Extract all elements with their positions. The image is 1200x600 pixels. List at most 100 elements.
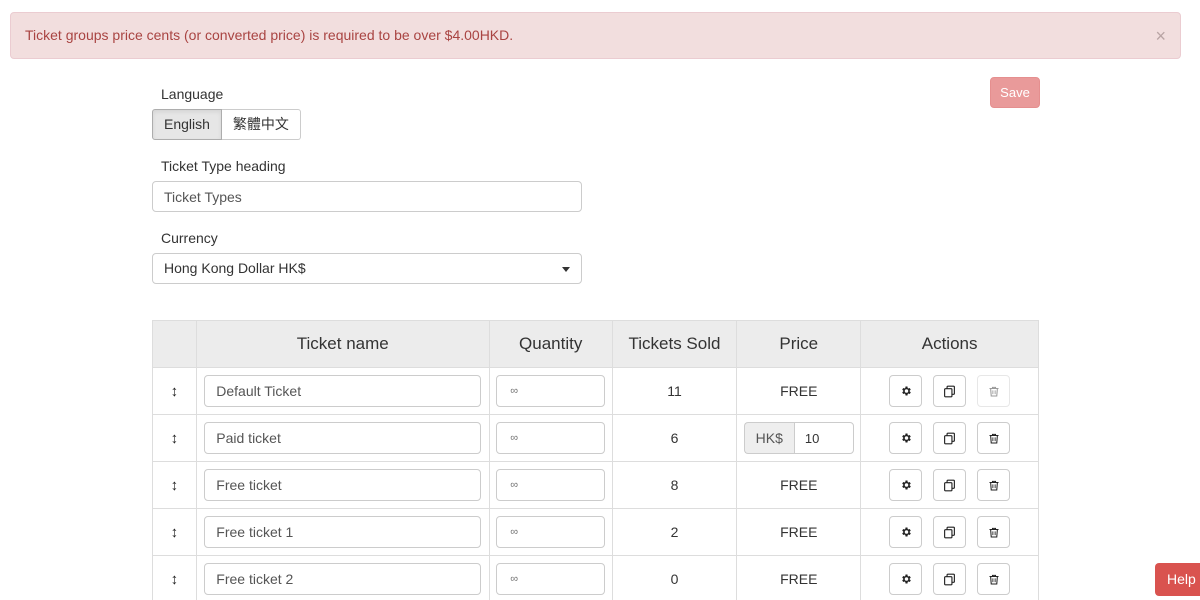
heading-label: Ticket Type heading — [161, 158, 286, 174]
drag-handle-icon[interactable]: ↕ — [171, 430, 179, 447]
delete-button[interactable] — [977, 375, 1011, 407]
duplicate-button[interactable] — [933, 469, 967, 501]
quantity-input[interactable] — [496, 469, 606, 501]
delete-button[interactable] — [977, 563, 1011, 595]
ticket-name-cell — [195, 461, 490, 509]
price-free-label: FREE — [780, 571, 818, 587]
actions-cell — [860, 508, 1039, 556]
row-actions — [861, 422, 1038, 454]
column-header-price: Price — [736, 320, 862, 368]
currency-select[interactable]: Hong Kong Dollar HK$ — [152, 253, 582, 284]
quantity-input[interactable] — [496, 375, 606, 407]
quantity-cell — [488, 508, 613, 556]
settings-button[interactable] — [889, 375, 923, 407]
table-header-row: Ticket name Quantity Tickets Sold Price … — [152, 320, 1039, 368]
table-row: ↕ 11 FREE — [152, 367, 1039, 415]
drag-handle-icon[interactable]: ↕ — [171, 383, 179, 400]
ticket-name-cell — [195, 414, 490, 462]
chevron-down-icon — [562, 267, 570, 272]
drag-cell: ↕ — [152, 508, 197, 556]
gear-icon — [900, 526, 912, 538]
actions-cell — [860, 414, 1039, 462]
price-free-label: FREE — [780, 477, 818, 493]
trash-icon — [988, 385, 1000, 398]
quantity-cell — [488, 461, 613, 509]
row-actions — [861, 375, 1038, 407]
duplicate-button[interactable] — [933, 516, 967, 548]
table-row: ↕ 2 FREE — [152, 508, 1039, 556]
price-free-label: FREE — [780, 383, 818, 399]
duplicate-button[interactable] — [933, 563, 967, 595]
ticket-name-input[interactable] — [204, 563, 482, 595]
gear-icon — [900, 432, 912, 444]
drag-cell: ↕ — [152, 461, 197, 509]
ticket-type-heading-input[interactable] — [152, 181, 582, 212]
copy-icon — [943, 573, 956, 586]
ticket-name-input[interactable] — [204, 516, 482, 548]
drag-cell: ↕ — [152, 414, 197, 462]
language-chinese-button[interactable]: 繁體中文 — [221, 109, 301, 140]
drag-handle-icon[interactable]: ↕ — [171, 571, 179, 588]
save-button[interactable]: Save — [990, 77, 1040, 108]
copy-icon — [943, 526, 956, 539]
column-header-ticket-name: Ticket name — [195, 320, 490, 368]
ticket-name-input[interactable] — [204, 469, 482, 501]
language-toggle: English 繁體中文 — [152, 109, 301, 140]
tickets-sold-cell: 8 — [611, 461, 738, 509]
actions-cell — [860, 461, 1039, 509]
settings-button[interactable] — [889, 422, 923, 454]
settings-button[interactable] — [889, 563, 923, 595]
column-header-drag — [152, 320, 197, 368]
row-actions — [861, 563, 1038, 595]
price-cell: HK$ — [736, 414, 862, 462]
settings-button[interactable] — [889, 516, 923, 548]
tickets-sold-cell: 2 — [611, 508, 738, 556]
alert-message: Ticket groups price cents (or converted … — [25, 27, 514, 43]
quantity-input[interactable] — [496, 422, 606, 454]
column-header-quantity: Quantity — [488, 320, 613, 368]
help-button[interactable]: Help — [1155, 563, 1200, 596]
drag-handle-icon[interactable]: ↕ — [171, 477, 179, 494]
price-input[interactable] — [793, 422, 854, 454]
price-cell: FREE — [736, 508, 862, 556]
duplicate-button[interactable] — [933, 422, 967, 454]
language-label: Language — [161, 86, 224, 102]
trash-icon — [988, 432, 1000, 445]
price-cell: FREE — [736, 367, 862, 415]
error-alert: Ticket groups price cents (or converted … — [10, 12, 1181, 59]
trash-icon — [988, 526, 1000, 539]
close-icon[interactable]: × — [1155, 13, 1166, 60]
trash-icon — [988, 573, 1000, 586]
language-english-button[interactable]: English — [152, 109, 222, 140]
table-row: ↕ 8 FREE — [152, 461, 1039, 509]
delete-button[interactable] — [977, 516, 1011, 548]
currency-label: Currency — [161, 230, 218, 246]
tickets-sold-cell: 0 — [611, 555, 738, 600]
actions-cell — [860, 367, 1039, 415]
gear-icon — [900, 385, 912, 397]
duplicate-button[interactable] — [933, 375, 967, 407]
quantity-input[interactable] — [496, 563, 606, 595]
quantity-cell — [488, 367, 613, 415]
ticket-name-cell — [195, 367, 490, 415]
quantity-input[interactable] — [496, 516, 606, 548]
delete-button[interactable] — [977, 422, 1011, 454]
price-free-label: FREE — [780, 524, 818, 540]
row-actions — [861, 469, 1038, 501]
ticket-name-input[interactable] — [204, 375, 482, 407]
currency-selected-value: Hong Kong Dollar HK$ — [164, 260, 306, 276]
settings-button[interactable] — [889, 469, 923, 501]
price-currency-addon: HK$ — [743, 422, 794, 454]
tickets-sold-cell: 6 — [611, 414, 738, 462]
copy-icon — [943, 385, 956, 398]
drag-handle-icon[interactable]: ↕ — [171, 524, 179, 541]
ticket-name-input[interactable] — [204, 422, 482, 454]
drag-cell: ↕ — [152, 367, 197, 415]
ticket-types-table: Ticket name Quantity Tickets Sold Price … — [152, 320, 1039, 600]
delete-button[interactable] — [977, 469, 1011, 501]
column-header-actions: Actions — [860, 320, 1039, 368]
gear-icon — [900, 479, 912, 491]
column-header-tickets-sold: Tickets Sold — [611, 320, 738, 368]
tickets-sold-cell: 11 — [611, 367, 738, 415]
gear-icon — [900, 573, 912, 585]
